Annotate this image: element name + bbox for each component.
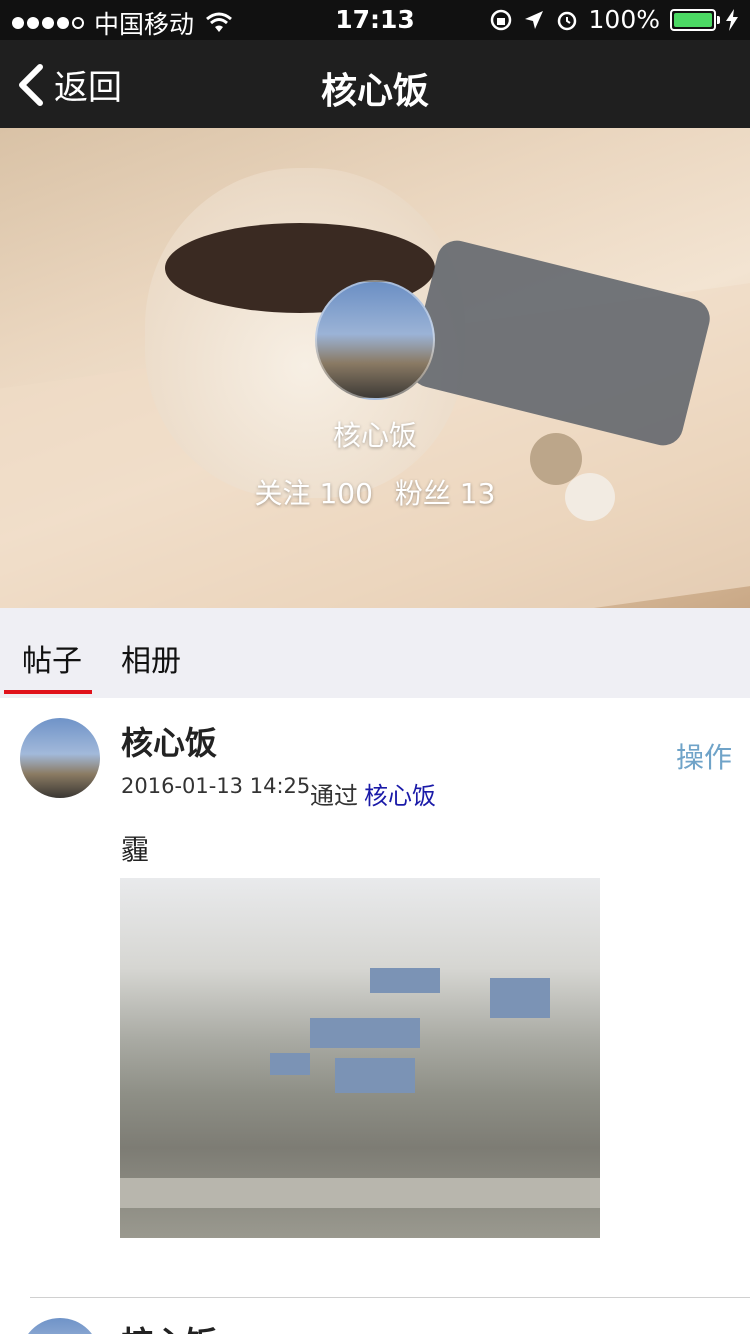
back-label: 返回 [54,68,122,108]
tab-bar: 帖子 相册 [0,608,750,698]
post-author[interactable]: 核心饭 [121,718,217,764]
profile-banner: 核心饭 关注 100 粉丝 13 [0,128,750,608]
status-bar: 中国移动 17:13 100% [0,0,750,40]
battery-percent: 100% [588,5,660,34]
alarm-icon [557,11,576,30]
nav-bar: 返回 核心饭 [0,40,750,128]
followers-count[interactable]: 粉丝 13 [395,477,496,510]
profile-stats: 关注 100 粉丝 13 [0,472,750,512]
post-text: 霾 [121,833,150,866]
via-label: 通过 [310,782,358,810]
back-button[interactable]: 返回 [16,60,122,109]
via-source-link[interactable]: 核心饭 [364,782,436,810]
post-via: 通过 核心饭 [310,776,436,811]
profile-avatar[interactable] [315,280,435,400]
post-divider [30,1297,750,1298]
avatar[interactable] [20,718,100,798]
post-photo[interactable] [120,878,600,1238]
profile-name: 核心饭 [332,419,417,452]
chevron-left-icon [19,63,43,106]
tab-album[interactable]: 相册 [121,636,181,680]
following-count[interactable]: 关注 100 [255,477,373,510]
post-author[interactable]: 核心饭 [121,1318,217,1334]
post-action-button[interactable]: 操作 [676,736,732,776]
charging-bolt-icon [726,8,738,31]
location-arrow-icon [524,10,543,29]
status-right: 100% [489,5,738,34]
active-tab-indicator [4,690,92,694]
avatar[interactable] [20,1318,100,1334]
tab-posts[interactable]: 帖子 [22,636,82,680]
post-timestamp: 2016-01-13 14:25 [121,774,311,798]
rotation-lock-icon [490,9,511,30]
profile-info: 核心饭 关注 100 粉丝 13 [0,280,750,512]
battery-icon [670,8,720,31]
